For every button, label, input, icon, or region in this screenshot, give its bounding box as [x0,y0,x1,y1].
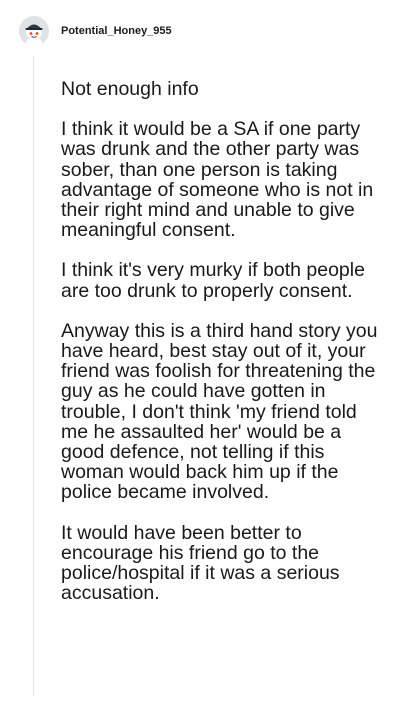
comment-paragraph: Anyway this is a third hand story you ha… [61,319,378,504]
comment-paragraph: Not enough info [61,78,199,100]
reddit-snoo-avatar-icon [19,16,49,46]
comment: Potential_Honey_955 Not enough info I th… [0,0,400,711]
comment-paragraph: I think it's very murky if both people a… [61,259,365,302]
comment-paragraph: It would have been better to encourage h… [61,521,340,605]
thread-collapse-line[interactable] [33,56,34,696]
comment-body: Not enough info I think it would be a SA… [61,79,381,623]
comment-paragraph: I think it would be a SA if one party wa… [61,118,374,242]
avatar[interactable] [19,16,49,46]
username[interactable]: Potential_Honey_955 [61,25,172,37]
